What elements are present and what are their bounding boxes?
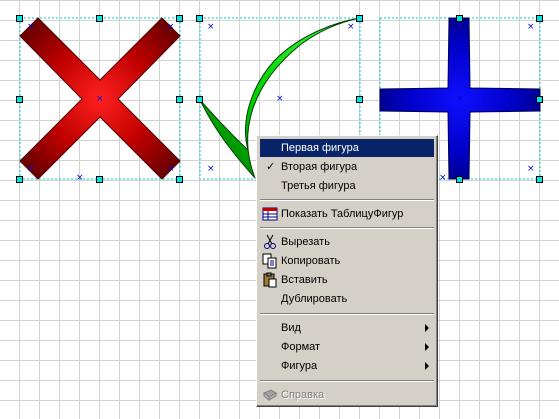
resize-handle[interactable] bbox=[456, 176, 463, 183]
connection-point-icon: × bbox=[207, 22, 215, 32]
resize-handle[interactable] bbox=[96, 15, 103, 22]
connection-point-icon: × bbox=[27, 164, 35, 174]
menu-item-duplicate[interactable]: Дублировать bbox=[260, 290, 434, 308]
connection-point-icon: × bbox=[439, 173, 447, 183]
resize-handle[interactable] bbox=[536, 176, 543, 183]
resize-handle[interactable] bbox=[196, 96, 203, 103]
connection-point-icon: × bbox=[76, 173, 84, 183]
submenu-arrow-icon bbox=[425, 343, 429, 351]
submenu-arrow-icon bbox=[425, 362, 429, 370]
help-book-icon bbox=[263, 389, 277, 402]
connection-point-icon: × bbox=[96, 94, 104, 104]
connection-point-icon: × bbox=[27, 22, 35, 32]
resize-handle[interactable] bbox=[16, 15, 23, 22]
resize-handle[interactable] bbox=[16, 176, 23, 183]
menu-item-format[interactable]: Формат bbox=[260, 338, 434, 356]
resize-handle[interactable] bbox=[356, 15, 363, 22]
resize-handle[interactable] bbox=[176, 176, 183, 183]
connection-point-icon: × bbox=[347, 22, 355, 32]
checkmark-icon: ✓ bbox=[266, 161, 276, 173]
menu-separator bbox=[260, 227, 434, 229]
context-menu: Первая фигура ✓ Вторая фигура Третья фиг… bbox=[256, 135, 438, 407]
connection-point-icon: × bbox=[276, 94, 284, 104]
connection-point-icon: × bbox=[456, 94, 464, 104]
resize-handle[interactable] bbox=[176, 15, 183, 22]
menu-item-help[interactable]: Справка bbox=[260, 386, 434, 404]
connection-point-icon: × bbox=[207, 164, 215, 174]
menu-item-cut[interactable]: Вырезать bbox=[260, 233, 434, 251]
menu-item-view[interactable]: Вид bbox=[260, 319, 434, 337]
paste-icon bbox=[263, 272, 277, 288]
menu-item-third-shape[interactable]: Третья фигура bbox=[260, 177, 434, 195]
menu-item-second-shape[interactable]: ✓ Вторая фигура bbox=[260, 158, 434, 176]
menu-separator bbox=[260, 313, 434, 315]
menu-item-shape[interactable]: Фигура bbox=[260, 357, 434, 375]
resize-handle[interactable] bbox=[16, 96, 23, 103]
resize-handle[interactable] bbox=[96, 176, 103, 183]
resize-handle[interactable] bbox=[536, 15, 543, 22]
resize-handle[interactable] bbox=[456, 15, 463, 22]
menu-item-show-shape-table[interactable]: Показать ТаблицуФигур bbox=[260, 205, 434, 223]
connection-point-icon: × bbox=[167, 22, 175, 32]
menu-item-first-shape[interactable]: Первая фигура bbox=[260, 139, 434, 157]
resize-handle[interactable] bbox=[536, 96, 543, 103]
submenu-arrow-icon bbox=[425, 324, 429, 332]
scissors-icon bbox=[264, 234, 276, 249]
resize-handle[interactable] bbox=[176, 96, 183, 103]
connection-point-icon: × bbox=[527, 164, 535, 174]
connection-point-icon: × bbox=[527, 22, 535, 32]
menu-separator bbox=[260, 380, 434, 382]
menu-item-paste[interactable]: Вставить bbox=[260, 271, 434, 289]
resize-handle[interactable] bbox=[196, 15, 203, 22]
menu-item-copy[interactable]: Копировать bbox=[260, 252, 434, 270]
connection-point-icon: × bbox=[167, 164, 175, 174]
resize-handle[interactable] bbox=[356, 96, 363, 103]
copy-icon bbox=[262, 253, 277, 269]
menu-separator bbox=[260, 199, 434, 201]
table-icon bbox=[262, 207, 278, 221]
